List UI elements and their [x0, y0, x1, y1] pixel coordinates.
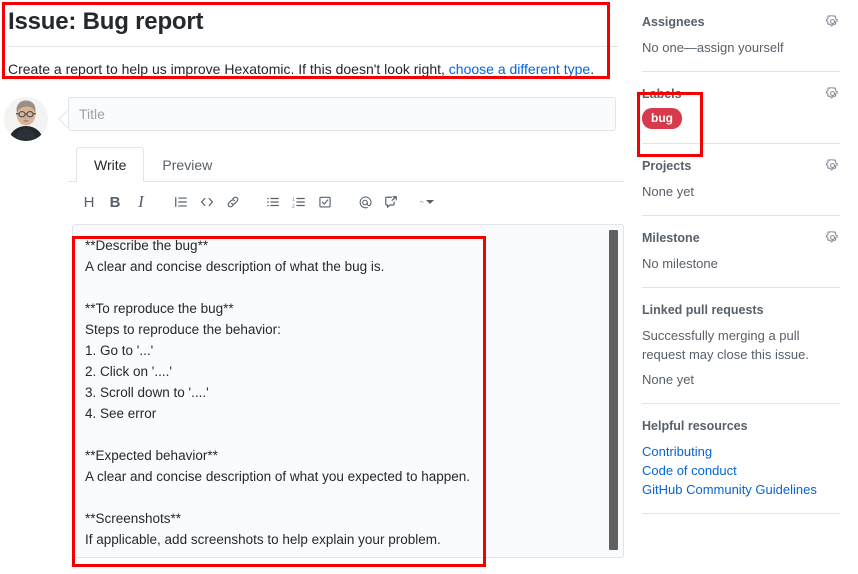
- svg-text:2: 2: [292, 203, 295, 209]
- assignees-value: No one—assign yourself: [642, 40, 784, 55]
- bold-icon[interactable]: B: [102, 189, 128, 215]
- link-github-community-guidelines[interactable]: GitHub Community Guidelines: [642, 480, 840, 499]
- issue-body-wrapper: [72, 224, 624, 558]
- ordered-list-icon[interactable]: 1 2: [286, 189, 312, 215]
- link-icon[interactable]: [220, 189, 246, 215]
- milestone-heading: Milestone: [642, 231, 700, 245]
- subtitle-period: .: [590, 61, 595, 77]
- labels-header: Labels: [642, 72, 840, 102]
- task-list-icon[interactable]: [312, 189, 338, 215]
- issue-form: Write Preview H B I: [68, 97, 624, 558]
- gear-icon[interactable]: [825, 230, 840, 245]
- title-input[interactable]: [68, 97, 616, 131]
- editor-tabs: Write Preview: [68, 147, 624, 182]
- projects-value: None yet: [642, 184, 695, 199]
- assignees-heading: Assignees: [642, 15, 705, 29]
- sidebar-section-assignees: Assignees No one—assign yourself: [642, 0, 840, 71]
- sidebar-section-labels: Labels bug: [642, 72, 840, 143]
- choose-different-type-link[interactable]: choose a different type: [449, 61, 590, 77]
- divider: [642, 513, 840, 514]
- gear-icon[interactable]: [825, 86, 840, 101]
- issue-subtitle: Create a report to help us improve Hexat…: [0, 47, 628, 80]
- helpful-resources-header: Helpful resources: [642, 404, 840, 434]
- quote-icon[interactable]: [168, 189, 194, 215]
- subtitle-text: Create a report to help us improve Hexat…: [8, 61, 449, 77]
- milestone-header: Milestone: [642, 216, 840, 246]
- cross-reference-icon[interactable]: [378, 189, 404, 215]
- labels-value: bug: [642, 102, 840, 143]
- milestone-value: No milestone: [642, 256, 718, 271]
- textarea-scrollbar-thumb[interactable]: [609, 230, 618, 550]
- comment-pointer-icon: [58, 110, 68, 128]
- linked-pull-requests-header: Linked pull requests: [642, 288, 840, 318]
- avatar: [4, 97, 48, 141]
- linked-pull-requests-note: Successfully merging a pull request may …: [642, 328, 809, 362]
- code-icon[interactable]: [194, 189, 220, 215]
- main-column: Issue: Bug report Create a report to hel…: [0, 0, 628, 574]
- saved-replies-icon[interactable]: [414, 189, 440, 215]
- status-badge[interactable]: bug: [642, 108, 682, 129]
- sidebar-section-helpful-resources: Helpful resources Contributing Code of c…: [642, 404, 840, 513]
- helpful-resources-links: Contributing Code of conduct GitHub Comm…: [642, 434, 840, 513]
- link-contributing[interactable]: Contributing: [642, 442, 840, 461]
- labels-heading: Labels: [642, 87, 682, 101]
- unordered-list-icon[interactable]: [260, 189, 286, 215]
- svg-text:1: 1: [292, 196, 295, 202]
- gear-icon[interactable]: [825, 14, 840, 29]
- issue-header: Issue: Bug report Create a report to hel…: [0, 0, 628, 80]
- link-code-of-conduct[interactable]: Code of conduct: [642, 461, 840, 480]
- helpful-resources-heading: Helpful resources: [642, 419, 748, 433]
- tab-write[interactable]: Write: [76, 147, 145, 182]
- issue-body-textarea[interactable]: [72, 224, 624, 558]
- sidebar-section-milestone: Milestone No milestone: [642, 216, 840, 287]
- heading-icon[interactable]: H: [76, 189, 102, 215]
- assignees-header: Assignees: [642, 0, 840, 30]
- chevron-down-icon: [426, 200, 434, 204]
- linked-pull-requests-heading: Linked pull requests: [642, 303, 764, 317]
- linked-pull-requests-value: None yet: [642, 372, 695, 387]
- issue-sidebar: Assignees No one—assign yourself Labels: [636, 0, 858, 574]
- page-title: Issue: Bug report: [8, 8, 204, 35]
- sidebar-section-projects: Projects None yet: [642, 144, 840, 215]
- projects-header: Projects: [642, 144, 840, 174]
- gear-icon[interactable]: [825, 158, 840, 173]
- italic-icon[interactable]: I: [128, 189, 154, 215]
- projects-heading: Projects: [642, 159, 692, 173]
- markdown-toolbar: H B I 1 2: [68, 182, 624, 222]
- sidebar-section-linked-pull-requests: Linked pull requests Successfully mergin…: [642, 288, 840, 403]
- tab-preview[interactable]: Preview: [144, 147, 230, 182]
- issue-create-page: Issue: Bug report Create a report to hel…: [0, 0, 858, 574]
- mention-icon[interactable]: [352, 189, 378, 215]
